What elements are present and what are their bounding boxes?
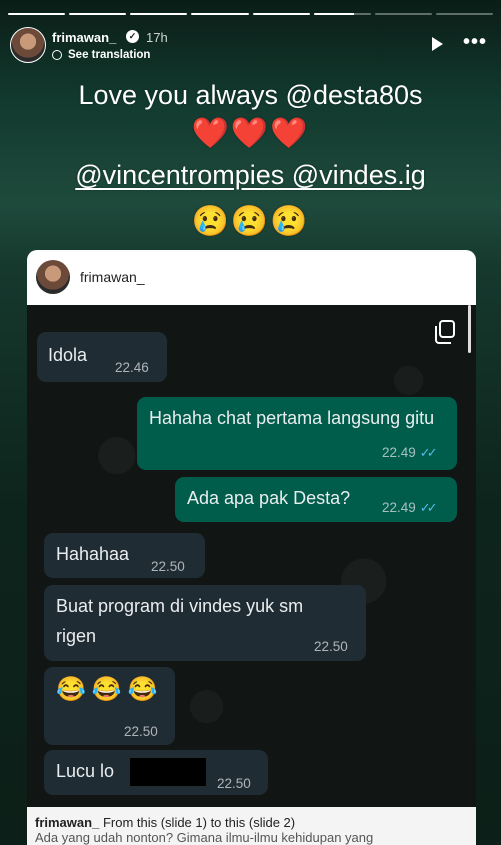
story-progress-bar <box>8 13 493 15</box>
read-ticks-icon: ✓✓ <box>419 445 438 460</box>
card-header: frimawan_ <box>27 250 476 305</box>
message-text: Idola <box>48 345 88 365</box>
message-time: 22.50 <box>124 724 158 739</box>
globe-icon <box>52 50 62 60</box>
message-text: Hahaha chat pertama langsung gitu <box>149 408 435 428</box>
message-text: Hahahaa <box>56 544 130 564</box>
caption-crying-emoji: 😢😢😢 <box>191 205 310 238</box>
message-bubble-incoming: Idola 22.46 <box>37 332 167 382</box>
message-time: 22.46 <box>115 360 149 375</box>
footer-caption-line-2: Ada yang udah nonton? Gimana ilmu-ilmu k… <box>35 830 374 845</box>
message-emoji: 😂😂😂 <box>56 676 164 703</box>
progress-segment <box>69 13 127 15</box>
message-text: Buat program di vindes yuk sm rigen <box>56 596 304 646</box>
more-options-icon[interactable]: ••• <box>463 31 487 54</box>
message-bubble-outgoing: Ada apa pak Desta? 22.49 ✓✓ <box>175 477 457 522</box>
card-avatar[interactable] <box>36 260 70 294</box>
post-caption-footer[interactable]: frimawan_ From this (slide 1) to this (s… <box>27 807 476 845</box>
message-text: Ada apa pak Desta? <box>187 488 351 508</box>
message-time: 22.49 <box>382 445 416 460</box>
progress-segment-current <box>313 13 371 15</box>
redacted-block <box>130 758 206 786</box>
avatar[interactable] <box>10 27 46 63</box>
message-time: 22.50 <box>151 559 185 574</box>
see-translation-label: See translation <box>68 49 151 61</box>
see-translation-link[interactable]: See translation <box>52 49 150 61</box>
chat-screenshot: Idola 22.46 Hahaha chat pertama langsung… <box>27 305 476 807</box>
footer-caption-text: From this (slide 1) to this (slide 2) <box>102 815 296 830</box>
message-text: Lucu lo <box>56 761 115 781</box>
message-bubble-incoming: Hahahaa 22.50 <box>44 533 205 578</box>
caption-hearts: ❤️❤️❤️ <box>191 117 310 150</box>
message-bubble-incoming: Lucu lo 22.50 <box>44 750 268 795</box>
progress-segment <box>435 13 493 15</box>
read-ticks-icon: ✓✓ <box>419 500 438 515</box>
progress-segment <box>130 13 188 15</box>
verified-badge-icon: ✓ <box>126 30 139 43</box>
play-icon[interactable] <box>432 37 443 51</box>
footer-line-1: frimawan_ From this (slide 1) to this (s… <box>35 815 468 830</box>
story-username[interactable]: frimawan_ <box>52 30 116 45</box>
scrollbar <box>468 305 471 353</box>
progress-segment <box>8 13 66 15</box>
caption-line-mentions: Love you always @desta80s <box>78 80 423 110</box>
story-header: frimawan_ ✓ 17h See translation ••• <box>10 27 491 67</box>
message-time: 22.50 <box>314 639 348 654</box>
progress-segment <box>252 13 310 15</box>
message-bubble-incoming: 😂😂😂 22.50 <box>44 667 175 745</box>
multiple-images-icon <box>435 320 455 344</box>
progress-segment <box>191 13 249 15</box>
story-time: 17h <box>146 30 168 45</box>
message-bubble-incoming: Buat program di vindes yuk sm rigen 22.5… <box>44 585 366 661</box>
card-username[interactable]: frimawan_ <box>80 269 145 285</box>
message-time: 22.49 <box>382 500 416 515</box>
footer-username: frimawan_ <box>35 815 100 830</box>
caption-line-tags[interactable]: @vincentrompies @vindes.ig <box>0 160 501 191</box>
embedded-post-card[interactable]: frimawan_ Idola 22.46 Hahaha chat pertam… <box>27 250 476 807</box>
progress-segment <box>374 13 432 15</box>
message-bubble-outgoing: Hahaha chat pertama langsung gitu 22.49 ✓… <box>137 397 457 470</box>
message-time: 22.50 <box>217 776 251 791</box>
